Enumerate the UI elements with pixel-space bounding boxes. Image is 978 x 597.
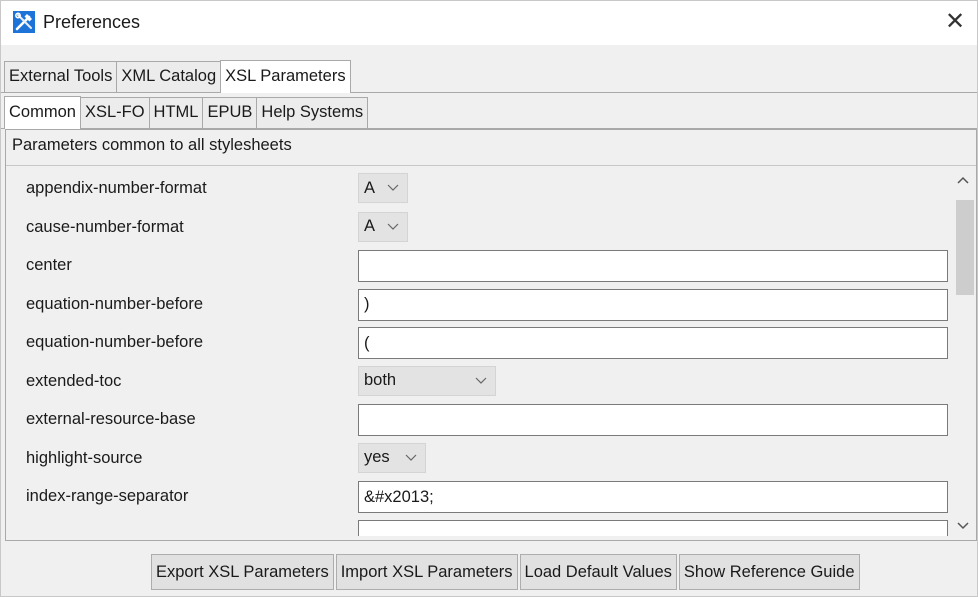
param-row: appendix-number-format A bbox=[22, 170, 950, 209]
scroll-thumb[interactable] bbox=[956, 200, 974, 295]
extended-toc-select[interactable]: both bbox=[358, 365, 496, 396]
tab-external-tools[interactable]: External Tools bbox=[4, 61, 118, 92]
tab-xml-catalog[interactable]: XML Catalog bbox=[116, 61, 222, 92]
tab-common[interactable]: Common bbox=[4, 96, 81, 129]
parameter-list: appendix-number-format A cause-number-fo… bbox=[22, 170, 950, 536]
export-xsl-parameters-button[interactable]: Export XSL Parameters bbox=[151, 554, 334, 590]
tools-icon bbox=[13, 11, 35, 33]
appendix-number-format-select[interactable]: A bbox=[358, 173, 408, 203]
select-value: A bbox=[364, 217, 376, 235]
chevron-down-icon bbox=[475, 377, 487, 384]
close-icon[interactable]: ✕ bbox=[939, 9, 971, 37]
tab-xsl-fo[interactable]: XSL-FO bbox=[79, 97, 150, 128]
external-resource-base-input[interactable] bbox=[358, 404, 948, 436]
param-name: equation-number-before bbox=[26, 333, 204, 351]
param-name: cause-number-format bbox=[26, 217, 184, 236]
param-name: center bbox=[26, 256, 72, 274]
param-name: highlight-source bbox=[26, 448, 143, 467]
panel-description: Parameters common to all stylesheets bbox=[12, 136, 292, 154]
load-default-values-button[interactable]: Load Default Values bbox=[519, 554, 677, 590]
param-name: appendix-number-format bbox=[26, 179, 207, 197]
preferences-window: Preferences ✕ External Tools XML Catalog… bbox=[0, 0, 978, 597]
equation-number-before-input[interactable] bbox=[358, 288, 948, 321]
param-row: external-resource-base bbox=[22, 401, 950, 440]
param-row: cause-number-format A bbox=[22, 209, 950, 248]
tab-help-systems[interactable]: Help Systems bbox=[256, 97, 369, 128]
param-name: equation-number-before bbox=[26, 294, 204, 313]
param-row: extended-toc both bbox=[22, 363, 950, 402]
param-row bbox=[22, 517, 950, 536]
window-title: Preferences bbox=[43, 12, 141, 32]
equation-number-before-input-2[interactable] bbox=[358, 327, 948, 359]
param-row: center bbox=[22, 247, 950, 286]
panel-divider bbox=[6, 165, 976, 166]
cause-number-format-select[interactable]: A bbox=[358, 211, 408, 242]
sub-tab-bar: Common XSL-FO HTML EPUB Help Systems bbox=[1, 96, 977, 129]
tab-epub[interactable]: EPUB bbox=[202, 97, 258, 128]
chevron-down-icon bbox=[405, 454, 417, 461]
chevron-down-icon[interactable] bbox=[952, 514, 974, 536]
tab-html[interactable]: HTML bbox=[148, 97, 204, 128]
select-value: A bbox=[364, 178, 376, 197]
top-tab-bar: External Tools XML Catalog XSL Parameter… bbox=[1, 60, 977, 93]
common-parameters-panel: Parameters common to all stylesheets app… bbox=[5, 129, 977, 541]
chevron-up-icon[interactable] bbox=[952, 170, 974, 192]
highlight-source-select[interactable]: yes bbox=[358, 442, 426, 473]
param-row: equation-number-before bbox=[22, 286, 950, 325]
param-name: external-resource-base bbox=[26, 410, 196, 428]
title-bar: Preferences ✕ bbox=[1, 1, 977, 45]
param-name: index-range-separator bbox=[26, 487, 189, 505]
chevron-down-icon bbox=[387, 223, 399, 230]
param-name: extended-toc bbox=[26, 371, 122, 390]
center-input[interactable] bbox=[358, 250, 948, 282]
param-row: index-range-separator bbox=[22, 478, 950, 517]
vertical-scrollbar[interactable] bbox=[952, 170, 974, 536]
import-xsl-parameters-button[interactable]: Import XSL Parameters bbox=[335, 554, 518, 590]
tab-xsl-parameters[interactable]: XSL Parameters bbox=[220, 60, 351, 93]
partial-param-input[interactable] bbox=[358, 519, 948, 536]
select-value: yes bbox=[364, 448, 390, 466]
select-value: both bbox=[364, 371, 397, 389]
button-bar: Export XSL Parameters Import XSL Paramet… bbox=[151, 554, 862, 590]
param-row: highlight-source yes bbox=[22, 440, 950, 479]
param-row: equation-number-before bbox=[22, 324, 950, 363]
chevron-down-icon bbox=[387, 184, 399, 191]
show-reference-guide-button[interactable]: Show Reference Guide bbox=[678, 554, 860, 590]
index-range-separator-input[interactable] bbox=[358, 481, 948, 513]
